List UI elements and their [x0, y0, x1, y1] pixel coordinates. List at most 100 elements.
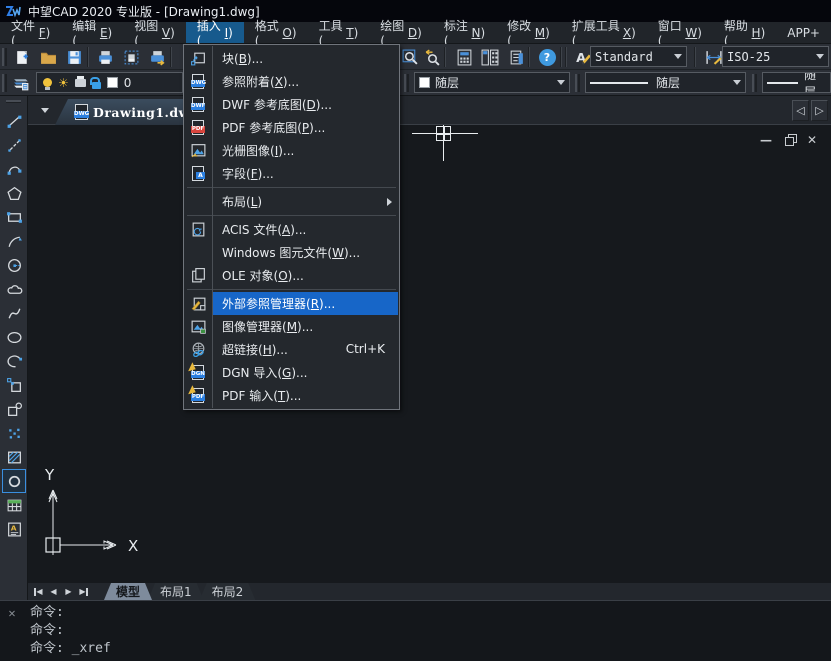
restore-button[interactable] [782, 133, 796, 147]
tab-scroll-left-button[interactable]: ◁ [792, 100, 809, 121]
spline-tool[interactable] [2, 301, 26, 325]
save-button[interactable] [62, 46, 86, 68]
layer-plot-icon[interactable] [75, 79, 86, 87]
dwg-file-icon: DWG [189, 73, 207, 90]
color-combo[interactable]: 随层 [414, 72, 570, 93]
construction-line-tool[interactable] [2, 133, 26, 157]
ellipse-arc-tool[interactable] [2, 349, 26, 373]
menu-window[interactable]: 窗口(W) [647, 22, 713, 43]
menu-item-dwf-underlay[interactable]: DWF DWF 参考底图(D)... [184, 93, 399, 116]
menu-insert[interactable]: 插入(I) [186, 22, 244, 43]
open-button[interactable] [36, 46, 60, 68]
menu-item-dgn-import[interactable]: DGN DGN 导入(G)... [184, 361, 399, 384]
menu-dimension[interactable]: 标注(N) [433, 22, 496, 43]
close-icon[interactable]: ✕ [5, 606, 19, 620]
command-line: 命令: [30, 604, 111, 622]
menu-draw[interactable]: 绘图(D) [369, 22, 433, 43]
zoom-previous-button[interactable] [420, 46, 444, 68]
menu-item-block[interactable]: 块(B)... [184, 47, 399, 70]
command-window[interactable]: ✕ 命令: 命令: 命令: _xref [0, 600, 831, 661]
lineweight-combo[interactable]: 随层 [762, 72, 831, 93]
drawing-canvas[interactable]: — ✕ Y X [28, 125, 831, 583]
menu-item-pdf-import[interactable]: PDF PDF 输入(T)... [184, 384, 399, 407]
menu-modify[interactable]: 修改(M) [496, 22, 561, 43]
next-tab-button[interactable]: ▶ [62, 585, 75, 598]
menu-item-acis-file[interactable]: ACIS 文件(A)... [184, 218, 399, 241]
arc-tool[interactable] [2, 229, 26, 253]
point-tool[interactable] [2, 421, 26, 445]
previous-tab-button[interactable]: ◀ [47, 585, 60, 598]
menu-edit[interactable]: 编辑(E) [61, 22, 123, 43]
document-list-dropdown[interactable] [36, 102, 54, 119]
mtext-tool[interactable]: A [2, 517, 26, 541]
circle-tool[interactable] [2, 253, 26, 277]
menu-express-tools[interactable]: 扩展工具(X) [561, 22, 647, 43]
layer-properties-button[interactable] [9, 72, 33, 94]
menu-item-image-manager[interactable]: 图像管理器(M)... [184, 315, 399, 338]
linetype-value: 随层 [656, 74, 680, 91]
insert-block-tool[interactable] [2, 373, 26, 397]
minimize-button[interactable]: — [759, 133, 773, 147]
first-tab-button[interactable]: ◀ [32, 585, 45, 598]
polygon-tool[interactable] [2, 181, 26, 205]
menu-item-field[interactable]: A 字段(F)... [184, 162, 399, 185]
tab-layout2[interactable]: 布局2 [200, 583, 256, 600]
dim-style-combo[interactable]: ISO-25 [722, 46, 829, 67]
last-tab-button[interactable]: ▶ [77, 585, 90, 598]
toolbar-grip[interactable] [6, 100, 21, 103]
toolpalette-button[interactable] [504, 46, 528, 68]
menu-app-plus[interactable]: APP+ [776, 22, 831, 43]
tab-model[interactable]: 模型 [104, 583, 152, 600]
layout-tab-bar: ◀ ◀ ▶ ▶ 模型 布局1 布局2 [28, 583, 831, 600]
revcloud-tool[interactable] [2, 277, 26, 301]
donut-tool[interactable] [2, 469, 26, 493]
dwf-file-icon: DWF [189, 96, 207, 113]
layer-combo[interactable]: ☀ 0 [36, 72, 183, 93]
menu-tools[interactable]: 工具(T) [308, 22, 370, 43]
menu-item-raster-image[interactable]: 光栅图像(I)... [184, 139, 399, 162]
toolbar-grip[interactable] [752, 74, 757, 92]
menu-item-xref-manager[interactable]: 外部参照管理器(R)... [184, 292, 399, 315]
menu-item-ole-object[interactable]: OLE 对象(O)... [184, 264, 399, 287]
menu-item-hyperlink[interactable]: 超链接(H)... Ctrl+K [184, 338, 399, 361]
toolbar-grip[interactable] [404, 74, 409, 92]
menu-help[interactable]: 帮助(H) [713, 22, 776, 43]
designcenter-button[interactable] [478, 46, 502, 68]
plot-button[interactable] [93, 46, 117, 68]
menu-view[interactable]: 视图(V) [123, 22, 186, 43]
plot-preview-button[interactable] [119, 46, 143, 68]
linetype-combo[interactable]: 随层 [585, 72, 746, 93]
layer-freeze-icon[interactable]: ☀ [58, 78, 69, 88]
quickcalc-button[interactable] [452, 46, 476, 68]
text-style-combo[interactable]: Standard [590, 46, 687, 67]
toolbar-grip[interactable] [2, 48, 7, 66]
polyline-tool[interactable] [2, 157, 26, 181]
table-tool[interactable] [2, 493, 26, 517]
toolbar-grip[interactable] [2, 74, 7, 92]
layer-unlock-icon[interactable] [92, 82, 101, 89]
dwg-file-icon: DWG [75, 104, 88, 120]
tab-scroll-right-button[interactable]: ▷ [811, 100, 828, 121]
tab-layout1[interactable]: 布局1 [148, 583, 204, 600]
document-tab-bar: DWG Drawing1.dwg ◁ ▷ [28, 96, 831, 125]
menu-item-layout[interactable]: 布局(L) [184, 190, 399, 213]
ellipse-tool[interactable] [2, 325, 26, 349]
menu-item-windows-metafile[interactable]: Windows 图元文件(W)... [184, 241, 399, 264]
help-button[interactable]: ? [535, 46, 559, 68]
toolbar-grip[interactable] [575, 74, 580, 92]
line-tool[interactable] [2, 109, 26, 133]
layer-on-icon[interactable] [43, 78, 52, 87]
chevron-down-icon [557, 80, 565, 85]
publish-button[interactable] [145, 46, 169, 68]
zoom-window-button[interactable] [398, 46, 422, 68]
rectangle-tool[interactable] [2, 205, 26, 229]
menu-item-xref-attach[interactable]: DWG 参照附着(X)... [184, 70, 399, 93]
new-button[interactable] [10, 46, 34, 68]
make-block-tool[interactable] [2, 397, 26, 421]
command-line-current[interactable]: 命令: _xref [30, 640, 111, 658]
close-button[interactable]: ✕ [805, 133, 819, 147]
hatch-tool[interactable] [2, 445, 26, 469]
menu-format[interactable]: 格式(O) [244, 22, 308, 43]
menu-file[interactable]: 文件(F) [0, 22, 61, 43]
menu-item-pdf-underlay[interactable]: PDF PDF 参考底图(P)... [184, 116, 399, 139]
